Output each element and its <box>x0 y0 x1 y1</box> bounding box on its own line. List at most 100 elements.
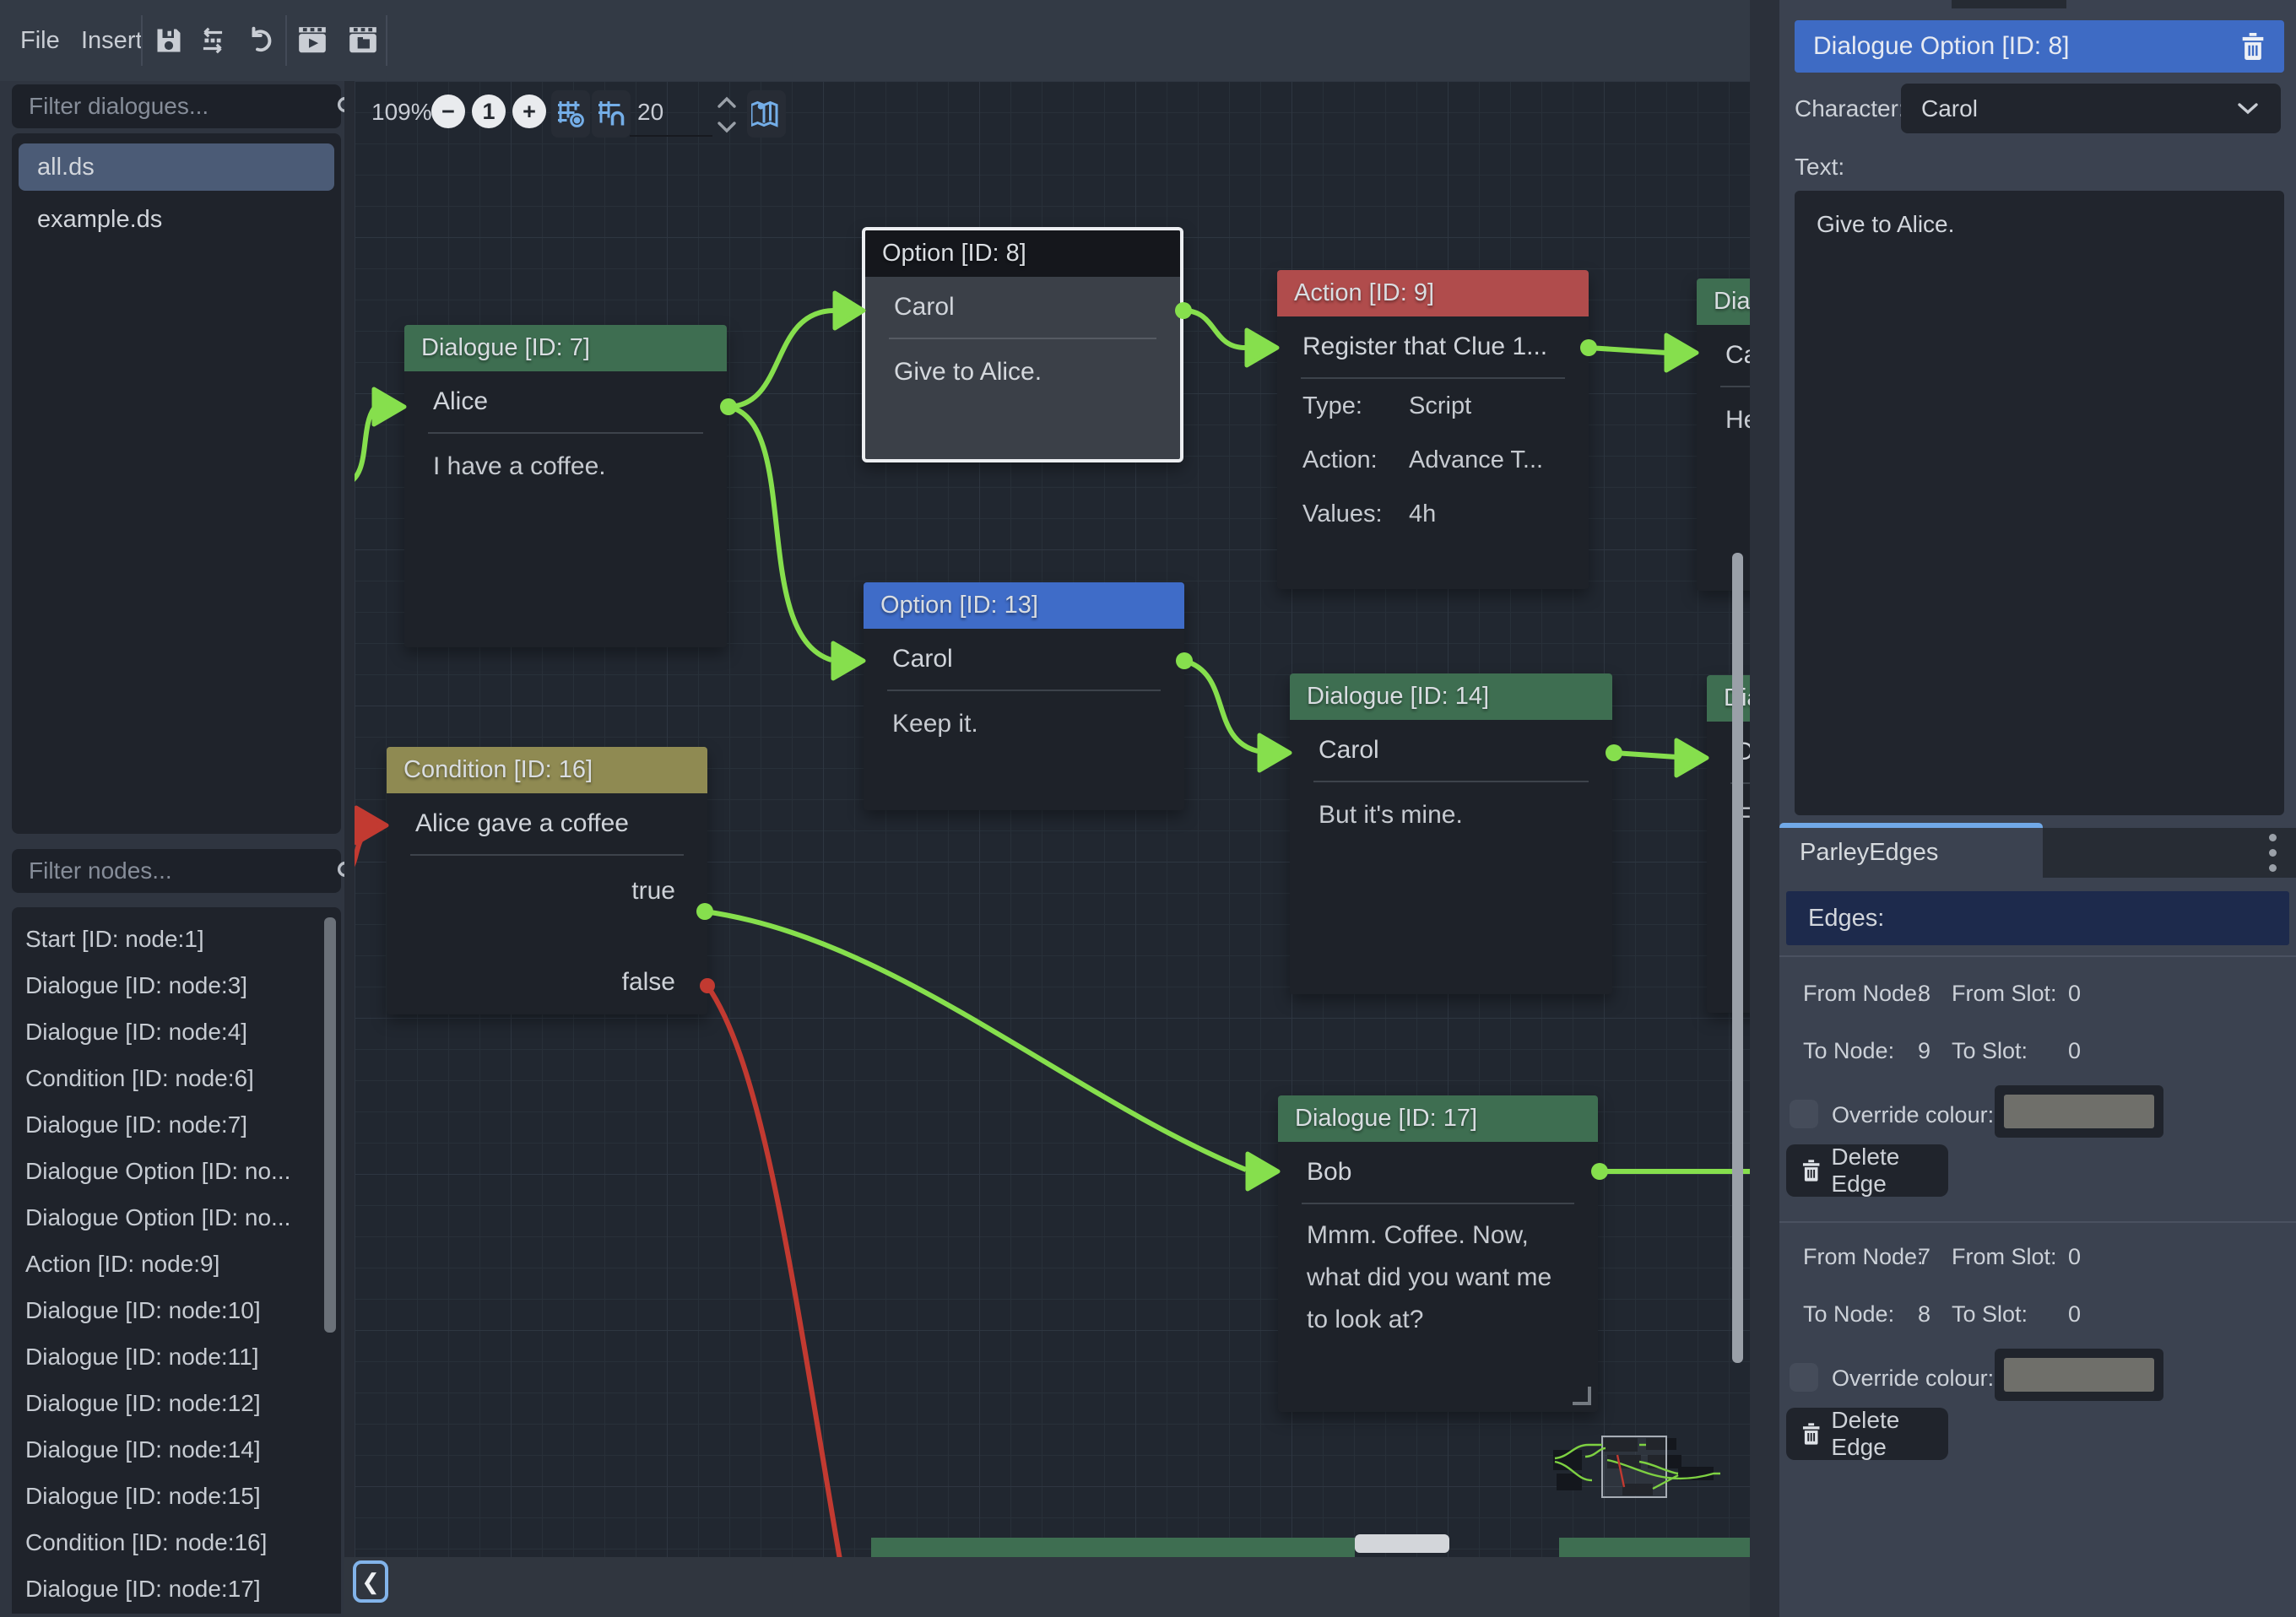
toggle-snap-button[interactable] <box>592 90 631 138</box>
to-node-value[interactable]: 9 <box>1918 1038 1930 1064</box>
from-node-value[interactable]: 8 <box>1918 981 1930 1007</box>
refresh-scripts-icon[interactable] <box>194 24 231 57</box>
text-textarea[interactable]: Give to Alice. <box>1795 191 2284 815</box>
collapse-sidebar-button[interactable]: ❮ <box>353 1560 388 1603</box>
node-list-item[interactable]: Dialogue [ID: node:7] <box>25 1101 316 1148</box>
filter-nodes-field[interactable] <box>12 849 341 893</box>
snap-step-spinner[interactable] <box>716 93 738 137</box>
graph-node-partial-bottom[interactable]: Dial Da Fa <box>1707 675 1750 1013</box>
panel-divider[interactable] <box>1750 0 1779 1617</box>
node-list-item[interactable]: Dialogue [ID: node:3] <box>25 962 316 1009</box>
inspector-header[interactable]: Dialogue Option [ID: 8] <box>1795 20 2284 73</box>
filter-dialogues-field[interactable] <box>12 84 341 128</box>
graph-node-dialogue-17[interactable]: Dialogue [ID: 17] Bob Mmm. Coffee. Now, … <box>1278 1095 1598 1412</box>
node-list-item[interactable]: Dialogue [ID: node:10] <box>25 1287 316 1333</box>
to-slot-label: To Slot: <box>1952 1301 2028 1328</box>
override-colour-checkbox[interactable] <box>1790 1363 1818 1392</box>
input-port-option13 <box>833 643 864 679</box>
node-header[interactable]: Condition [ID: 16] <box>387 747 707 793</box>
node-list-item[interactable]: Condition [ID: node:16] <box>25 1519 316 1566</box>
minimap[interactable] <box>1551 1431 1729 1516</box>
filter-nodes-input[interactable] <box>12 857 333 884</box>
node-header[interactable]: Option [ID: 8] <box>865 230 1180 277</box>
toggle-grid-button[interactable] <box>551 90 590 138</box>
play-scene-icon[interactable] <box>294 24 331 57</box>
override-colour-checkbox[interactable] <box>1790 1100 1818 1128</box>
zoom-reset-button[interactable]: 1 <box>472 95 506 128</box>
zoom-level-label: 109% <box>371 99 432 126</box>
kebab-menu-icon[interactable] <box>2269 834 2277 879</box>
from-slot-value[interactable]: 0 <box>2068 981 2081 1007</box>
delete-edge-button[interactable]: Delete Edge <box>1786 1144 1948 1197</box>
node-header[interactable]: Action [ID: 9] <box>1277 270 1589 316</box>
save-icon[interactable] <box>150 24 187 57</box>
colour-picker[interactable] <box>1995 1085 2163 1138</box>
node-list-item[interactable]: Dialogue [ID: node:12] <box>25 1380 316 1426</box>
node-character: Carol <box>864 629 1184 690</box>
graph-node-dialogue-14[interactable]: Dialogue [ID: 14] Carol But it's mine. <box>1290 673 1612 994</box>
node-list-scrollbar[interactable] <box>324 917 336 1333</box>
canvas-hscrollbar[interactable] <box>1355 1534 1449 1553</box>
offscreen-node-header <box>1559 1538 1750 1557</box>
tab-parleyedges[interactable]: ParleyEdges <box>1779 823 2043 878</box>
zoom-out-button[interactable]: − <box>431 95 465 128</box>
colour-picker[interactable] <box>1995 1349 2163 1401</box>
graph-node-action-9[interactable]: Action [ID: 9] Register that Clue 1... T… <box>1277 270 1589 589</box>
file-item[interactable]: example.ds <box>19 196 334 243</box>
zoom-in-button[interactable]: + <box>512 95 546 128</box>
node-header[interactable]: Dial <box>1697 279 1750 325</box>
canvas-vscrollbar[interactable] <box>1732 553 1743 1363</box>
node-list-item[interactable]: Dialogue [ID: node:15] <box>25 1473 316 1519</box>
input-port-dialogue7 <box>374 389 404 425</box>
node-list-item[interactable]: Dialogue [ID: node:4] <box>25 1009 316 1055</box>
node-list-item[interactable]: Dialogue Option [ID: no... <box>25 1194 316 1241</box>
node-text: I have a coffee. <box>404 434 727 500</box>
edge-8-to-9 <box>1183 311 1245 348</box>
undo-icon[interactable] <box>241 24 279 57</box>
menu-file[interactable]: File <box>8 0 72 81</box>
graph-node-dialogue-7[interactable]: Dialogue [ID: 7] Alice I have a coffee. <box>404 325 727 647</box>
trash-icon <box>1801 1422 1821 1446</box>
node-list-item[interactable]: Dialogue [ID: node:14] <box>25 1426 316 1473</box>
sidebar-divider[interactable] <box>344 81 355 1617</box>
to-slot-value[interactable]: 0 <box>2068 1301 2081 1328</box>
node-list-item[interactable]: Condition [ID: node:6] <box>25 1055 316 1101</box>
node-list-item[interactable]: Dialogue [ID: node:11] <box>25 1333 316 1380</box>
file-item-selected[interactable]: all.ds <box>19 143 334 191</box>
snap-step-value[interactable]: 20 <box>637 99 663 126</box>
node-list-item[interactable]: Dialogue Option [ID: no... <box>25 1148 316 1194</box>
offscreen-node-header <box>871 1538 1355 1557</box>
from-node-value[interactable]: 7 <box>1918 1244 1930 1270</box>
input-port-partial-bottom <box>1676 740 1707 776</box>
section-divider <box>1779 1221 2296 1223</box>
filter-dialogues-input[interactable] <box>12 93 333 120</box>
node-header[interactable]: Dialogue [ID: 17] <box>1278 1095 1598 1142</box>
node-character: Alice <box>404 371 727 432</box>
node-list-item[interactable]: Dialogue [ID: node:17] <box>25 1566 316 1612</box>
node-list-item[interactable]: Action [ID: node:9] <box>25 1241 316 1287</box>
node-list-item[interactable]: Start [ID: node:1] <box>25 916 316 962</box>
section-divider <box>1779 955 2296 957</box>
edge-block-1: From Node: 8 From Slot: 0 To Node: 9 To … <box>1779 971 2296 1234</box>
to-node-value[interactable]: 8 <box>1918 1301 1930 1328</box>
from-slot-value[interactable]: 0 <box>2068 1244 2081 1270</box>
delete-edge-button[interactable]: Delete Edge <box>1786 1408 1948 1460</box>
trash-icon[interactable] <box>2240 33 2266 60</box>
node-header[interactable]: Dial <box>1707 675 1750 722</box>
graph-node-option-13[interactable]: Option [ID: 13] Carol Keep it. <box>864 582 1184 810</box>
node-header[interactable]: Dialogue [ID: 7] <box>404 325 727 371</box>
node-header[interactable]: Dialogue [ID: 14] <box>1290 673 1612 720</box>
node-action-name: Register that Clue 1... <box>1277 316 1589 377</box>
character-dropdown[interactable]: Carol <box>1901 84 2281 133</box>
graph-node-partial-top[interactable]: Dial Ca He <box>1697 279 1750 591</box>
node-header[interactable]: Option [ID: 13] <box>864 582 1184 629</box>
toggle-minimap-button[interactable] <box>747 90 786 138</box>
to-slot-value[interactable]: 0 <box>2068 1038 2081 1064</box>
new-scene-icon[interactable] <box>344 24 382 57</box>
graph-node-option-8-selected[interactable]: Option [ID: 8] Carol Give to Alice. <box>862 227 1183 462</box>
graph-canvas[interactable]: 109% − 1 + 20 Dialogue [ID: 7] Alice I h… <box>355 81 1750 1557</box>
graph-node-condition-16[interactable]: Condition [ID: 16] Alice gave a coffee t… <box>387 747 707 1014</box>
node-resize-handle[interactable] <box>1573 1387 1591 1405</box>
input-port-partial-top <box>1666 335 1697 370</box>
trash-icon <box>1801 1159 1821 1182</box>
